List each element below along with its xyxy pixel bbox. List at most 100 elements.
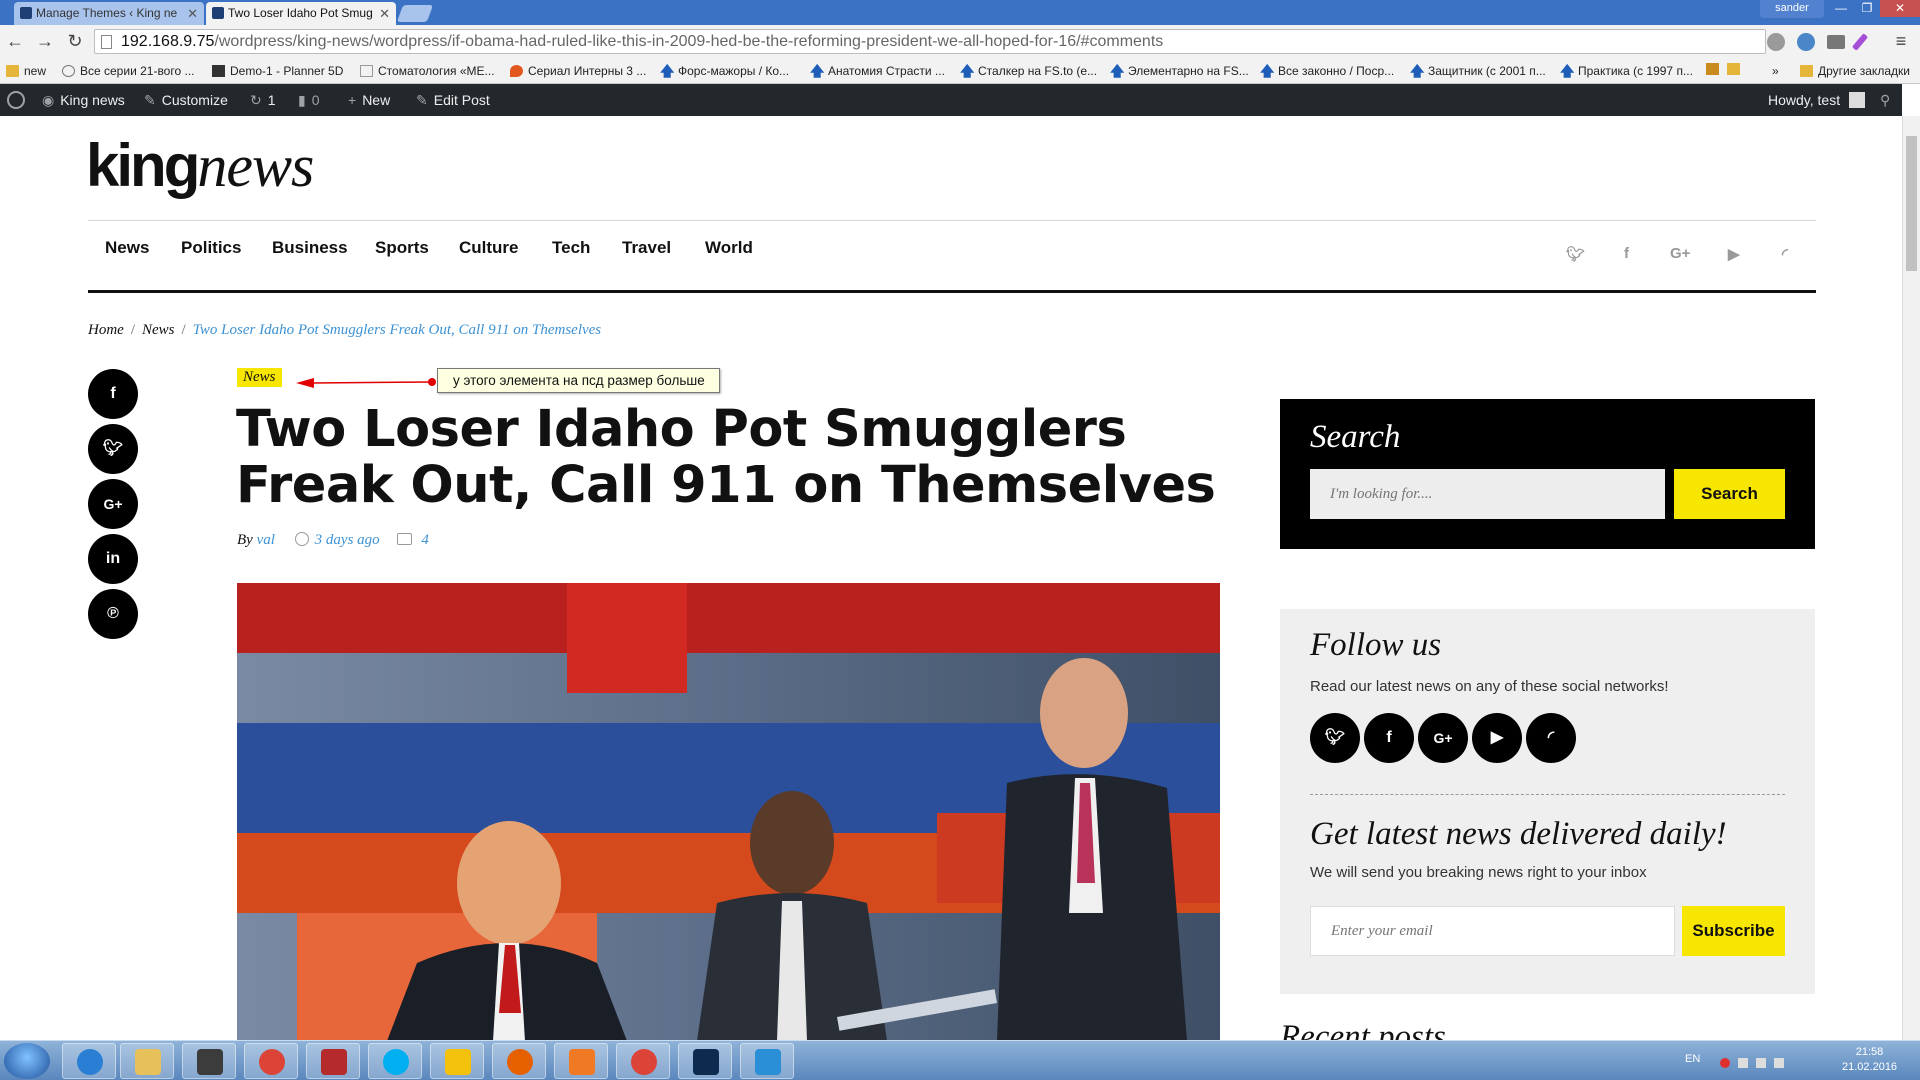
new-content-link[interactable]: + New (348, 84, 390, 116)
dashboard-icon: ◉ (42, 92, 55, 108)
profile-name[interactable]: sander (1760, 0, 1824, 18)
bookmark-item[interactable]: 🡅 Форс-мажоры / Ко... (660, 62, 789, 80)
account-menu[interactable]: Howdy, test (1768, 84, 1865, 116)
site-name-link[interactable]: ◉ King news (42, 84, 125, 116)
chrome-menu-icon[interactable]: ≡ (1890, 29, 1912, 53)
firefox-taskbar-icon[interactable] (492, 1043, 546, 1079)
bookmark-item[interactable]: Сериал Интерны 3 ... (510, 62, 646, 80)
wordpress-favicon-icon (20, 7, 32, 19)
wordpress-logo-icon[interactable] (7, 84, 27, 116)
nav-item-world[interactable]: World (705, 238, 753, 258)
search-input[interactable] (1310, 469, 1665, 519)
reload-icon[interactable]: ↻ (64, 29, 86, 53)
bookmark-item[interactable]: 🡅 Сталкер на FS.to (е... (960, 62, 1097, 80)
tab-title: Manage Themes ‹ King ne (36, 6, 178, 20)
browser-tab-manage-themes[interactable]: Manage Themes ‹ King ne ✕ (14, 2, 204, 25)
close-tab-icon[interactable]: ✕ (187, 2, 198, 25)
subscribe-button[interactable]: Subscribe (1682, 906, 1785, 956)
bookmark-extension-icons[interactable] (1706, 62, 1740, 80)
ie-taskbar-icon[interactable] (62, 1043, 116, 1079)
skype-taskbar-icon[interactable] (368, 1043, 422, 1079)
search-button[interactable]: Search (1674, 469, 1785, 519)
follow-twitter-icon[interactable]: 🐦︎ (1310, 713, 1360, 763)
s-app-taskbar-icon[interactable] (740, 1043, 794, 1079)
page-scrollbar[interactable] (1902, 116, 1920, 1041)
google-plus-icon[interactable]: G+ (1670, 245, 1690, 262)
share-facebook-icon[interactable]: f (88, 369, 138, 419)
bookmark-item[interactable]: 🡅 Анатомия Страсти ... (810, 62, 945, 80)
outlook-taskbar-icon[interactable] (554, 1043, 608, 1079)
taskbar-clock[interactable]: 21:58 21.02.2016 (1842, 1045, 1897, 1075)
share-linkedin-icon[interactable]: in (88, 534, 138, 584)
browser-tab-article[interactable]: Two Loser Idaho Pot Smug ✕ (206, 2, 396, 25)
share-twitter-icon[interactable]: 🐦︎ (88, 424, 138, 474)
new-tab-button[interactable] (396, 5, 434, 22)
category-badge[interactable]: News (237, 368, 282, 387)
annotation-arrow (296, 378, 436, 388)
admin-search-icon[interactable]: ⚲ (1880, 84, 1890, 116)
rss-icon[interactable]: ◜ (1782, 245, 1788, 263)
bookmark-item[interactable]: new (6, 62, 46, 80)
bookmark-item[interactable]: Стоматология «МЕ... (360, 62, 495, 80)
address-bar[interactable]: 192.168.9.75/wordpress/king-news/wordpre… (94, 29, 1766, 54)
nav-item-travel[interactable]: Travel (622, 238, 671, 258)
bookmark-item[interactable]: 🡅 Практика (с 1997 п... (1560, 62, 1693, 80)
breadcrumb-home[interactable]: Home (88, 322, 124, 338)
comments-count-link[interactable]: 4 (421, 532, 429, 548)
youtube-icon[interactable]: ▶ (1728, 245, 1740, 263)
nav-item-tech[interactable]: Tech (552, 238, 590, 258)
twitter-icon[interactable]: 🐦︎ (1566, 245, 1585, 263)
language-indicator[interactable]: EN (1685, 1053, 1700, 1065)
photoshop-taskbar-icon[interactable] (678, 1043, 732, 1079)
close-tab-icon[interactable]: ✕ (379, 2, 390, 25)
follow-youtube-icon[interactable]: ▶ (1472, 713, 1522, 763)
bookmark-item[interactable]: 🡅 Все законно / Поср... (1260, 62, 1394, 80)
forward-icon[interactable]: → (34, 29, 56, 53)
recent-posts-title: Recent posts (1280, 1021, 1446, 1041)
author-link[interactable]: val (257, 532, 275, 548)
app-taskbar-icon[interactable] (182, 1043, 236, 1079)
bookmark-item[interactable]: 🡅 Защитник (с 2001 п... (1410, 62, 1546, 80)
back-icon[interactable]: ← (4, 29, 26, 53)
restore-icon[interactable]: ❐ (1854, 0, 1880, 17)
chrome-taskbar-icon[interactable] (244, 1043, 298, 1079)
share-pinterest-icon[interactable]: ℗ (88, 589, 138, 639)
follow-google-plus-icon[interactable]: G+ (1418, 713, 1468, 763)
nav-item-culture[interactable]: Culture (459, 238, 519, 258)
nav-item-business[interactable]: Business (272, 238, 348, 258)
bookmark-item[interactable]: Все серии 21-вого ... (62, 62, 194, 80)
breadcrumb-section[interactable]: News (142, 322, 175, 338)
bookmark-item[interactable]: Demo-1 - Planner 5D (212, 62, 343, 80)
drive-taskbar-icon[interactable] (430, 1043, 484, 1079)
nav-item-politics[interactable]: Politics (181, 238, 241, 258)
post-date-link[interactable]: 3 days ago (315, 532, 380, 548)
adblock-extension-icon[interactable] (1767, 33, 1785, 51)
edit-post-link[interactable]: ✎ Edit Post (416, 84, 490, 116)
customize-link[interactable]: ✎ Customize (144, 84, 228, 116)
vpn-extension-icon[interactable] (1797, 33, 1815, 51)
tray-icons[interactable] (1720, 1055, 1820, 1068)
nav-item-sports[interactable]: Sports (375, 238, 429, 258)
facebook-icon[interactable]: f (1624, 245, 1629, 262)
email-field[interactable] (1310, 906, 1675, 956)
scrollbar-thumb[interactable] (1906, 136, 1917, 271)
chrome-taskbar-icon[interactable] (616, 1043, 670, 1079)
start-button[interactable] (4, 1043, 50, 1079)
site-logo[interactable]: kingnews (86, 126, 314, 206)
pen-extension-icon[interactable] (1851, 33, 1869, 51)
follow-rss-icon[interactable]: ◜ (1526, 713, 1576, 763)
bookmarks-overflow-button[interactable]: » (1772, 62, 1779, 80)
bookmark-item[interactable]: 🡅 Элементарно на FS... (1110, 62, 1249, 80)
updates-link[interactable]: ↻ 1 (250, 84, 276, 116)
comments-link[interactable]: ▮ 0 (298, 84, 320, 116)
search-widget: Search Search (1280, 399, 1815, 549)
xcv-taskbar-icon[interactable] (306, 1043, 360, 1079)
minimize-icon[interactable]: — (1828, 0, 1854, 17)
mail-extension-icon[interactable] (1827, 35, 1845, 49)
explorer-taskbar-icon[interactable] (120, 1043, 174, 1079)
follow-facebook-icon[interactable]: f (1364, 713, 1414, 763)
other-bookmarks-folder[interactable]: Другие закладки (1800, 62, 1910, 80)
share-google-plus-icon[interactable]: G+ (88, 479, 138, 529)
nav-item-news[interactable]: News (105, 238, 149, 258)
close-window-icon[interactable]: ✕ (1880, 0, 1920, 17)
